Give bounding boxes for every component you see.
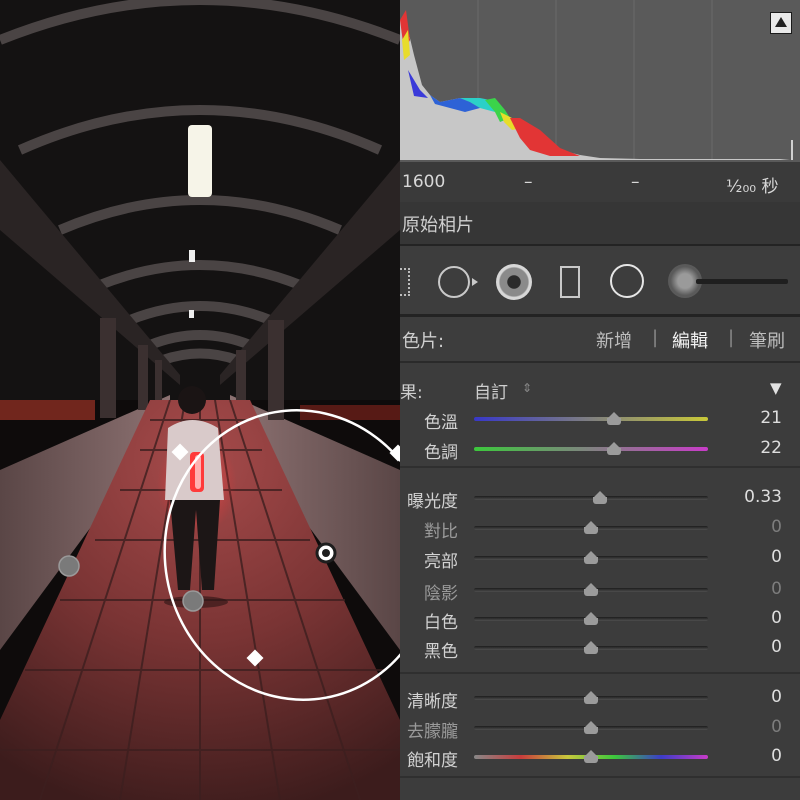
slider-label: 飽和度 — [407, 751, 458, 771]
radial-handle-top-left[interactable] — [171, 443, 189, 461]
brush-size-line — [696, 279, 788, 284]
slider-thumb[interactable] — [584, 641, 598, 655]
mask-divider: | — [652, 327, 659, 348]
highlight-clipping-toggle[interactable] — [770, 12, 792, 34]
pin-center[interactable] — [182, 590, 204, 612]
slider-label: 色調 — [424, 443, 458, 463]
slider-thumb[interactable] — [584, 721, 598, 735]
effect-preset-stepper-icon[interactable]: ⇕ — [522, 381, 532, 395]
focal-length-value: – — [524, 172, 533, 192]
collapse-arrow-icon[interactable]: ▼ — [770, 379, 782, 397]
slider-0[interactable]: 色溫 21 — [400, 404, 800, 433]
mask-new-button[interactable]: 新增 — [596, 327, 632, 353]
graduated-filter-icon[interactable] — [560, 266, 580, 298]
spot-removal-icon[interactable] — [438, 266, 470, 298]
shutter-speed-value: ¹⁄₂₀₀ 秒 — [726, 177, 779, 197]
slider-track[interactable] — [474, 447, 708, 451]
slider-track[interactable] — [474, 417, 708, 421]
slider-value[interactable]: 0 — [771, 579, 782, 599]
slider-4[interactable]: 亮部 0 — [400, 543, 800, 572]
effect-label: 果: — [400, 383, 423, 403]
slider-9[interactable]: 去朦朧 0 — [400, 713, 800, 742]
slider-label: 亮部 — [424, 552, 458, 572]
slider-label: 對比 — [424, 522, 458, 542]
slider-label: 清晰度 — [407, 692, 458, 712]
section-divider — [400, 672, 800, 674]
develop-panel: 1600 – – ¹⁄₂₀₀ 秒 原始相片 色片: 新增 | 編輯 | 筆刷 果… — [400, 0, 800, 800]
slider-2[interactable]: 曝光度 0.33 — [400, 483, 800, 512]
section-divider — [400, 776, 800, 778]
mask-divider-2: | — [728, 327, 735, 348]
spot-removal-arrow-icon — [472, 278, 478, 286]
slider-label: 黑色 — [424, 642, 458, 662]
slider-label: 陰影 — [424, 584, 458, 604]
slider-1[interactable]: 色調 22 — [400, 434, 800, 463]
slider-10[interactable]: 飽和度 0 — [400, 742, 800, 771]
slider-label: 色溫 — [424, 413, 458, 433]
mask-edit-button[interactable]: 編輯 — [672, 327, 708, 353]
slider-value[interactable]: 0 — [771, 608, 782, 628]
slider-value[interactable]: 0 — [771, 746, 782, 766]
slider-label: 曝光度 — [407, 492, 458, 512]
slider-thumb[interactable] — [584, 691, 598, 705]
photo-canvas[interactable] — [0, 0, 400, 800]
slider-6[interactable]: 白色 0 — [400, 604, 800, 633]
exif-info: 1600 – – ¹⁄₂₀₀ 秒 — [400, 162, 800, 202]
slider-thumb[interactable] — [607, 412, 622, 426]
histogram — [400, 0, 800, 162]
radial-handle-bottom[interactable] — [246, 649, 264, 667]
crop-icon[interactable] — [400, 268, 410, 296]
iso-value: 1600 — [402, 172, 446, 192]
slider-value[interactable]: 0 — [771, 547, 782, 567]
slider-label: 白色 — [424, 613, 458, 633]
slider-5[interactable]: 陰影 0 — [400, 575, 800, 604]
mask-row: 色片: 新增 | 編輯 | 筆刷 — [400, 317, 800, 363]
radial-filter-icon[interactable] — [610, 264, 644, 298]
mask-brush-button[interactable]: 筆刷 — [749, 327, 785, 353]
histogram-graph — [400, 0, 793, 160]
aperture-value: – — [631, 172, 640, 192]
section-divider — [400, 466, 800, 468]
slider-label: 去朦朧 — [407, 722, 458, 742]
slider-thumb[interactable] — [584, 583, 598, 597]
radial-filter-overlay[interactable] — [0, 0, 400, 800]
original-photo-row[interactable]: 原始相片 — [400, 202, 800, 246]
slider-value[interactable]: 0 — [771, 717, 782, 737]
original-photo-label: 原始相片 — [402, 215, 474, 236]
radial-handle-right[interactable] — [389, 444, 400, 462]
pin-left[interactable] — [58, 555, 80, 577]
slider-8[interactable]: 清晰度 0 — [400, 683, 800, 712]
slider-value[interactable]: 22 — [760, 438, 782, 458]
effect-row: 果: 自訂 ⇕ ▼ — [400, 366, 800, 406]
slider-value[interactable]: 0 — [771, 517, 782, 537]
slider-thumb[interactable] — [584, 612, 598, 626]
slider-thumb[interactable] — [584, 750, 598, 764]
slider-track[interactable] — [474, 496, 708, 500]
slider-3[interactable]: 對比 0 — [400, 513, 800, 542]
tool-strip — [400, 250, 800, 317]
slider-7[interactable]: 黑色 0 — [400, 633, 800, 662]
slider-thumb[interactable] — [607, 442, 622, 456]
slider-thumb[interactable] — [593, 491, 608, 505]
slider-value[interactable]: 0 — [771, 687, 782, 707]
effect-preset-select[interactable]: 自訂 — [474, 378, 508, 403]
slider-value[interactable]: 0 — [771, 637, 782, 657]
slider-value[interactable]: 0.33 — [744, 487, 782, 507]
slider-thumb[interactable] — [584, 551, 598, 565]
mask-label: 色片: — [402, 331, 445, 352]
red-eye-icon[interactable] — [496, 264, 532, 300]
slider-thumb[interactable] — [584, 521, 598, 535]
slider-value[interactable]: 21 — [760, 408, 782, 428]
